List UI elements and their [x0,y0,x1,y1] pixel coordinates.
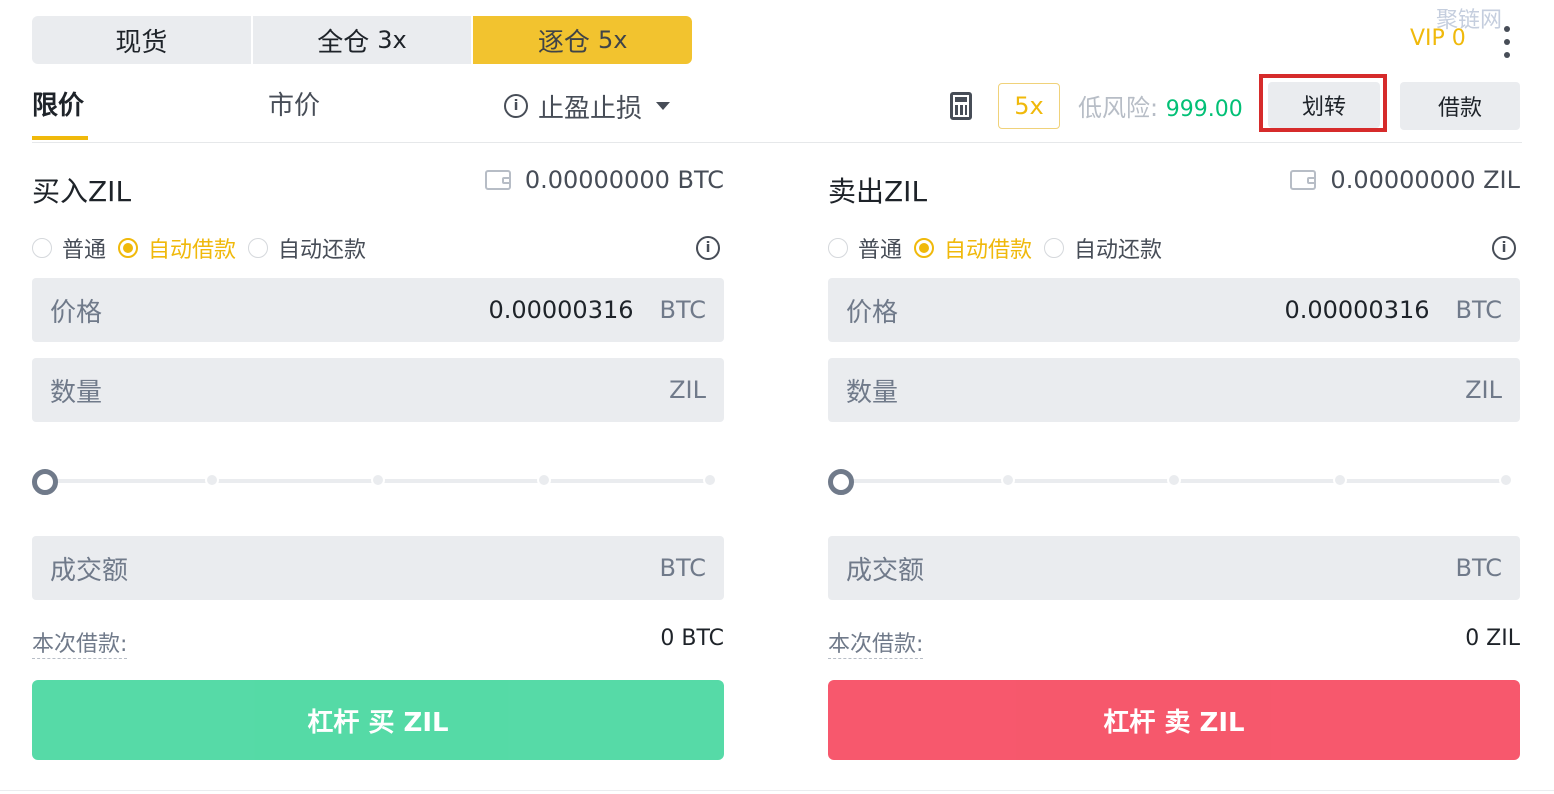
buy-balance-value: 0.00000000 BTC [524,166,724,194]
calculator-icon[interactable] [950,92,972,120]
buy-total-input[interactable]: 成交额 BTC [32,536,724,600]
radio-selected-icon [118,238,139,258]
quantity-label: 数量 [50,377,103,408]
active-tab-underline [32,136,88,140]
radio-icon [828,238,848,258]
buy-price-input[interactable]: 价格 0.00000316 BTC [32,278,724,342]
tab-stop-limit-label: 止盈止损 [538,93,643,124]
more-vertical-icon[interactable] [1500,26,1514,58]
sell-balance-value: 0.00000000 ZIL [1330,166,1520,194]
buy-balance: 0.00000000 BTC [484,166,724,194]
buy-borrow-mode: 普通 自动借款 自动还款 [32,232,378,264]
sell-quantity-input[interactable]: 数量 ZIL [828,358,1520,422]
quantity-label: 数量 [846,377,899,408]
radio-label: 自动借款 [944,238,1033,263]
price-unit: BTC [659,296,706,324]
leverage-badge[interactable]: 5x [998,83,1060,129]
bottom-divider [0,790,1554,791]
price-value: 0.00000316 [488,296,634,324]
risk-value: 999.00 [1165,97,1243,122]
tabs-divider [32,142,1522,143]
info-icon[interactable]: i [696,236,720,260]
slider-handle[interactable] [828,469,854,495]
tab-isolated-leverage: 5x [597,26,628,54]
tab-stop-limit[interactable]: i 止盈止损 [504,86,671,126]
slider-tick[interactable] [1167,473,1181,487]
radio-label: 普通 [858,238,903,263]
slider-tick[interactable] [1001,473,1015,487]
radio-auto-repay[interactable]: 自动还款 [248,232,366,264]
radio-auto-borrow[interactable]: 自动借款 [118,232,236,264]
total-label: 成交额 [846,555,925,586]
info-icon: i [504,94,528,118]
slider-tick[interactable] [703,473,717,487]
slider-tick[interactable] [205,473,219,487]
loan-label: 本次借款: [32,626,128,659]
tab-cross-leverage: 3x [377,26,407,54]
info-icon[interactable]: i [1492,236,1516,260]
radio-icon [32,238,52,258]
tab-cross[interactable]: 全仓 3x [252,16,472,64]
quantity-unit: ZIL [669,376,706,404]
radio-auto-repay[interactable]: 自动还款 [1044,232,1162,264]
radio-label: 自动还款 [1074,238,1163,263]
radio-label: 自动借款 [148,238,237,263]
risk-label: 低风险: [1078,94,1159,122]
sell-total-input[interactable]: 成交额 BTC [828,536,1520,600]
tab-isolated-label: 逐仓 [537,27,590,58]
borrow-button[interactable]: 借款 [1400,82,1520,130]
sell-panel: 卖出ZIL 0.00000000 ZIL 普通 自动借款 自动还款 i 价格 0… [828,160,1520,770]
radio-label: 普通 [62,238,107,263]
slider-tick[interactable] [1499,473,1513,487]
price-label: 价格 [50,297,103,328]
total-unit: BTC [1455,554,1502,582]
buy-amount-slider[interactable] [32,466,724,496]
price-unit: BTC [1455,296,1502,324]
tab-cross-label: 全仓 [317,27,370,58]
loan-value: 0 BTC [660,626,724,651]
margin-mode-tabs: 现货 全仓 3x 逐仓 5x [32,16,693,64]
total-unit: BTC [659,554,706,582]
sell-loan-row: 本次借款: 0 ZIL [828,626,1520,659]
vip-level[interactable]: VIP 0 [1410,26,1466,51]
buy-title: 买入ZIL [32,175,132,208]
quantity-unit: ZIL [1465,376,1502,404]
loan-label: 本次借款: [828,626,924,659]
radio-selected-icon [914,238,935,258]
sell-button[interactable]: 杠杆 卖 ZIL [828,680,1520,760]
radio-icon [1044,238,1065,258]
tab-limit[interactable]: 限价 [32,86,84,126]
price-value: 0.00000316 [1284,296,1430,324]
buy-loan-row: 本次借款: 0 BTC [32,626,724,659]
wallet-icon [484,170,511,190]
radio-icon [248,238,269,258]
tab-isolated[interactable]: 逐仓 5x [473,16,693,64]
radio-auto-borrow[interactable]: 自动借款 [914,232,1032,264]
buy-panel: 买入ZIL 0.00000000 BTC 普通 自动借款 自动还款 i 价格 0… [32,160,724,770]
slider-tick[interactable] [1333,473,1347,487]
slider-tick[interactable] [537,473,551,487]
sell-price-input[interactable]: 价格 0.00000316 BTC [828,278,1520,342]
radio-normal[interactable]: 普通 [32,232,106,264]
sell-balance: 0.00000000 ZIL [1290,166,1520,194]
buy-button[interactable]: 杠杆 买 ZIL [32,680,724,760]
sell-amount-slider[interactable] [828,466,1520,496]
risk-indicator: 低风险: 999.00 [1078,88,1243,123]
slider-handle[interactable] [32,469,58,495]
sell-borrow-mode: 普通 自动借款 自动还款 [828,232,1174,264]
tab-market[interactable]: 市价 [268,86,320,126]
radio-label: 自动还款 [278,238,367,263]
buy-quantity-input[interactable]: 数量 ZIL [32,358,724,422]
total-label: 成交额 [50,555,129,586]
wallet-icon [1290,170,1317,190]
caret-down-icon [656,102,671,110]
transfer-highlight-box [1259,74,1387,132]
price-label: 价格 [846,297,899,328]
tab-spot[interactable]: 现货 [32,16,251,64]
slider-tick[interactable] [371,473,385,487]
sell-title: 卖出ZIL [828,175,928,208]
radio-normal[interactable]: 普通 [828,232,902,264]
tab-spot-label: 现货 [115,27,168,58]
loan-value: 0 ZIL [1465,626,1520,651]
